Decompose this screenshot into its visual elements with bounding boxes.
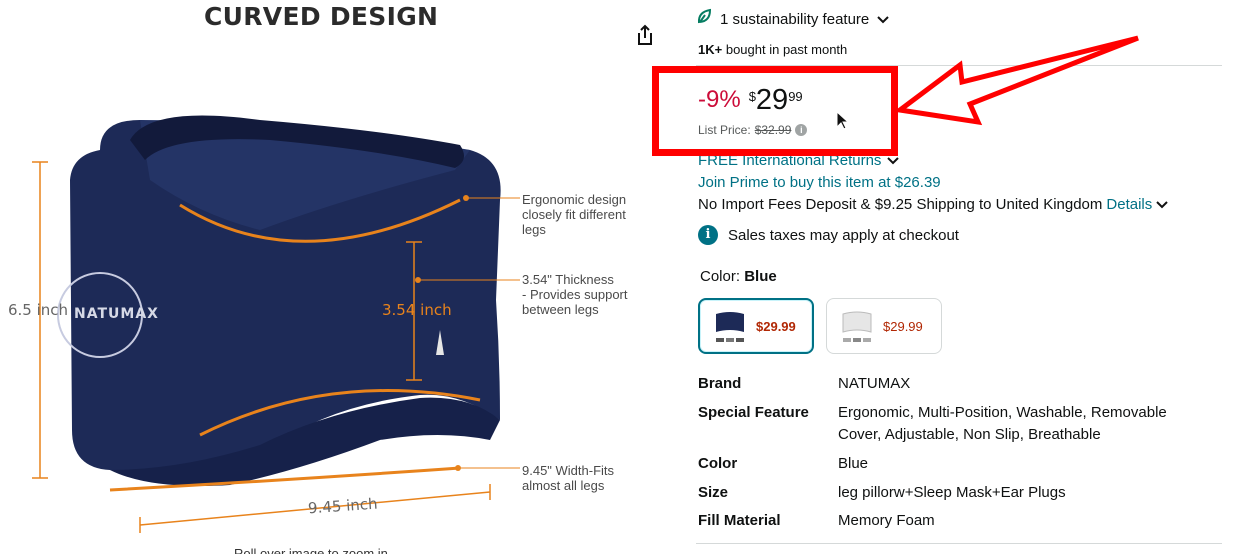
product-image-panel[interactable]: CURVED DESIGN 6.5 inch 3.54 inch 9.45 in… <box>0 0 680 554</box>
spec-row-size: Size leg pillorw+Sleep Mask+Ear Plugs <box>698 482 1218 504</box>
spec-value: NATUMAX <box>838 375 911 392</box>
swatch-thumbnail-blue <box>712 306 748 346</box>
spec-row-color: Color Blue <box>698 453 1218 475</box>
color-swatch-white[interactable]: $29.99 <box>826 298 942 354</box>
swatch-price: $29.99 <box>756 318 796 334</box>
spec-row-brand: Brand NATUMAX <box>698 373 1218 395</box>
spec-key: Fill Material <box>698 512 781 529</box>
selected-color: Blue <box>744 268 777 285</box>
annotation-arrow-icon <box>893 35 1139 126</box>
height-label: 6.5 inch <box>8 301 69 319</box>
prime-offer-link[interactable]: Join Prime to buy this item at $26.39 <box>698 174 941 191</box>
details-link[interactable]: Details <box>1106 196 1152 213</box>
spec-row-fill-material: Fill Material Memory Foam <box>698 510 1218 532</box>
spec-key: Special Feature <box>698 404 809 421</box>
spec-value: Ergonomic, Multi-Position, Washable, Rem… <box>838 404 1167 443</box>
spec-key: Brand <box>698 375 742 392</box>
pillow-logo: NATUMAX <box>74 306 159 322</box>
import-fees-text: No Import Fees Deposit & $9.25 Shipping … <box>698 196 1103 213</box>
swatch-price: $29.99 <box>883 318 923 334</box>
bought-count: 1K+ <box>698 42 723 57</box>
spec-key: Size <box>698 484 729 501</box>
chevron-down-icon <box>877 11 889 28</box>
divider <box>696 543 1222 544</box>
import-fees: No Import Fees Deposit & $9.25 Shipping … <box>698 196 1168 213</box>
callout-ergonomic: Ergonomic design closely fit different l… <box>522 192 627 237</box>
price-highlight-box <box>652 66 898 156</box>
callout-thickness: 3.54" Thickness - Provides support betwe… <box>522 272 628 317</box>
spec-value: Blue <box>838 455 869 472</box>
tax-text: Sales taxes may apply at checkout <box>728 226 959 244</box>
spec-value: Memory Foam <box>838 512 935 529</box>
spec-key: Color <box>698 455 738 472</box>
tax-notice: i Sales taxes may apply at checkout <box>698 225 959 245</box>
color-selector-label: Color: Blue <box>700 268 777 285</box>
sustainability-label: 1 sustainability feature <box>720 10 870 28</box>
callout-width: 9.45" Width-Fits almost all legs <box>522 463 615 493</box>
sustainability-feature[interactable]: 1 sustainability feature <box>696 8 889 30</box>
color-label: Color: <box>700 268 741 285</box>
leaf-icon <box>696 8 712 30</box>
chevron-down-icon[interactable] <box>1156 196 1168 213</box>
bought-past-month: 1K+ bought in past month <box>698 42 847 57</box>
spec-row-special-feature: Special Feature Ergonomic, Multi-Positio… <box>698 402 1218 446</box>
share-icon[interactable] <box>632 22 658 48</box>
spec-value: leg pillorw+Sleep Mask+Ear Plugs <box>838 484 1066 501</box>
info-circle-icon: i <box>698 225 718 245</box>
mouse-cursor-icon <box>836 111 850 130</box>
thickness-label: 3.54 inch <box>382 301 452 319</box>
zoom-hint: Roll over image to zoom in <box>234 546 388 554</box>
swatch-thumbnail-white <box>839 306 875 346</box>
bought-text: bought in past month <box>725 42 848 57</box>
color-swatch-blue[interactable]: $29.99 <box>698 298 814 354</box>
